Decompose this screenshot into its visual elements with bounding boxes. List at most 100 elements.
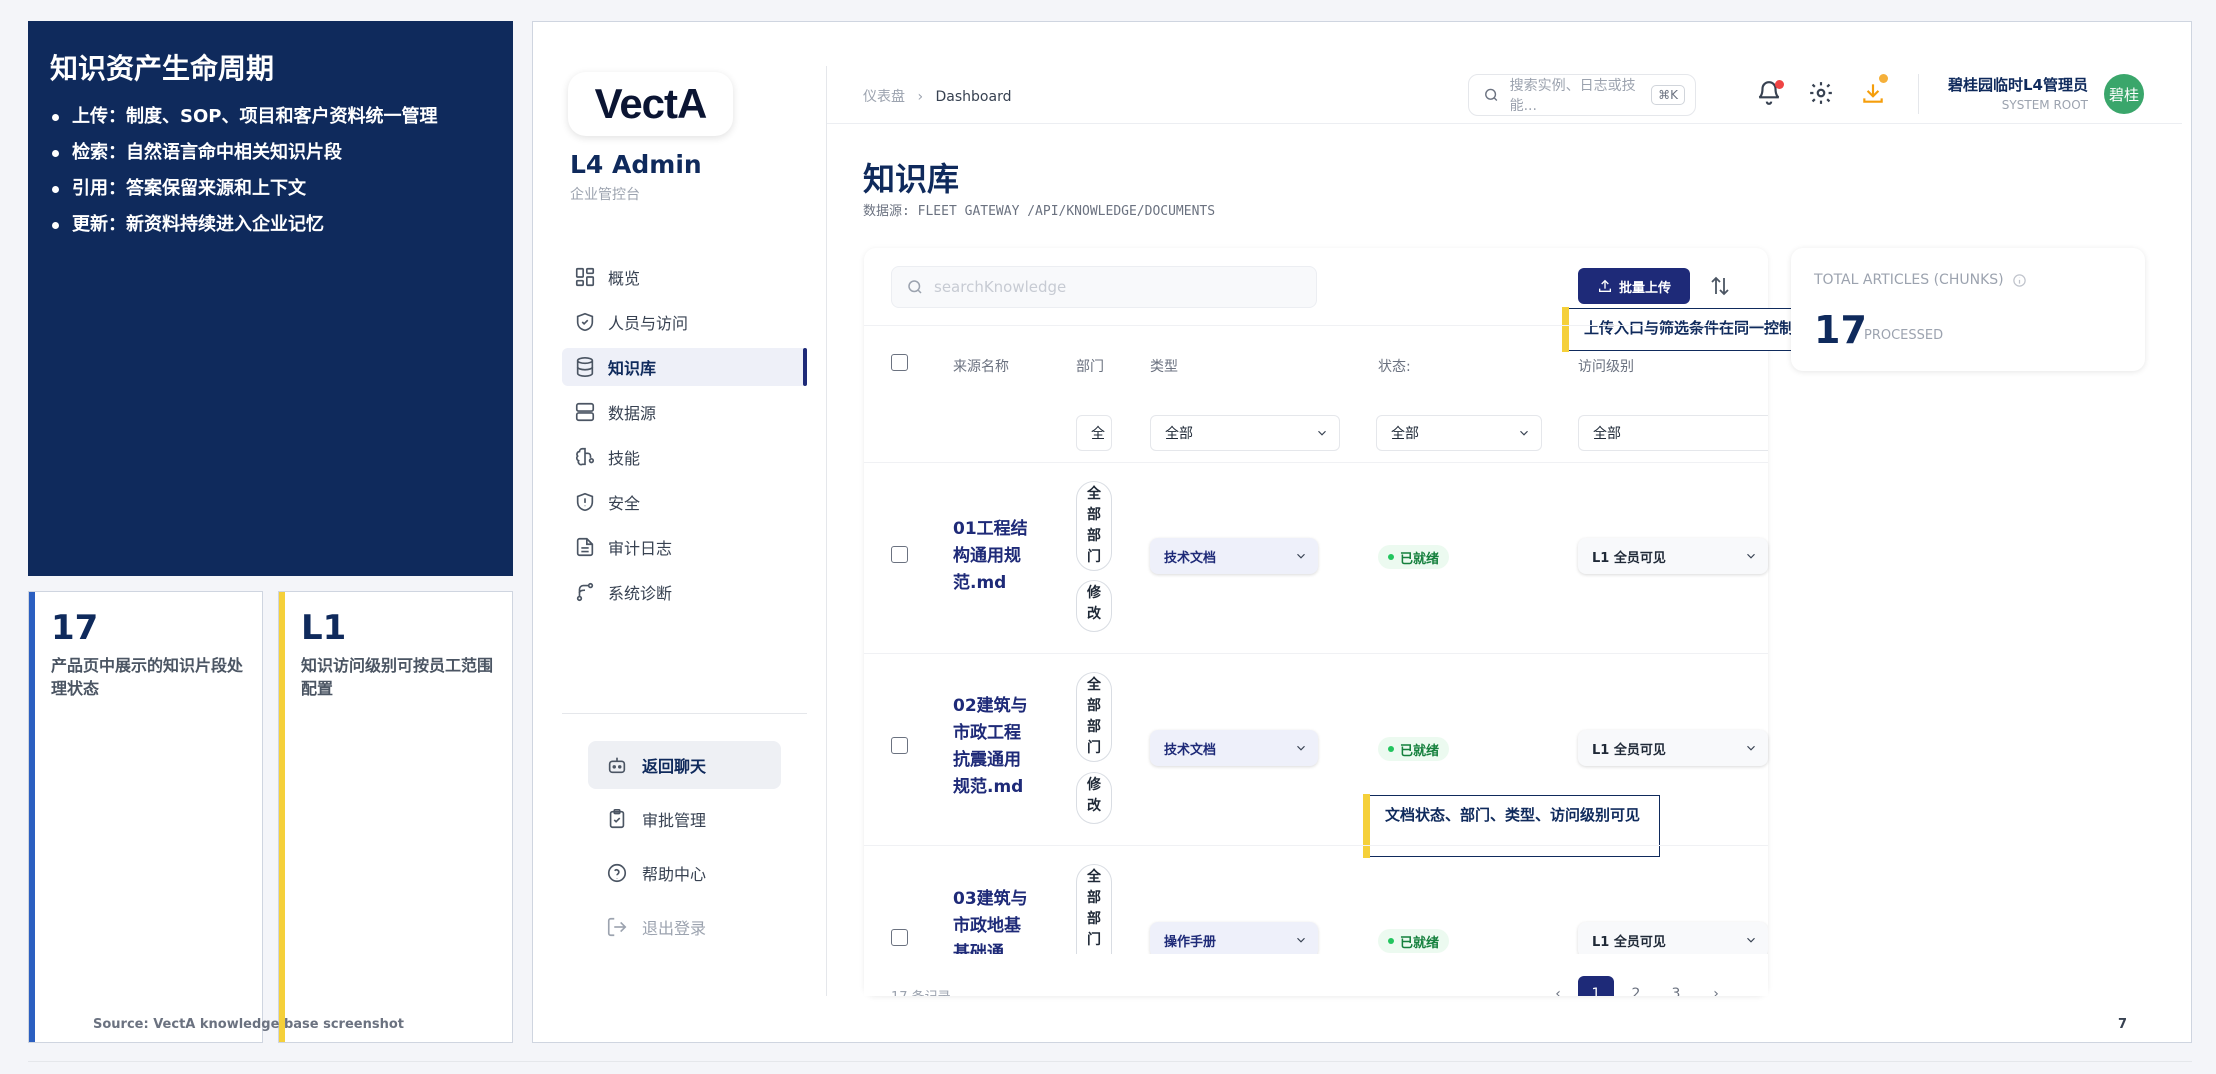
lifecycle-item: 引用：答案保留来源和上下文 xyxy=(50,171,491,207)
sort-arrows-icon xyxy=(1711,276,1729,296)
chevron-right-icon: › xyxy=(917,89,924,105)
row-dept-pill[interactable]: 全部部门 xyxy=(1076,672,1112,762)
row-level-select[interactable]: L1 全员可见 xyxy=(1578,922,1768,954)
sidebar-item-datasource[interactable]: 数据源 xyxy=(562,393,807,431)
level-filter-select[interactable]: 全部 xyxy=(1578,415,1768,451)
download-button[interactable] xyxy=(1860,74,1888,108)
kpi-value: 17 xyxy=(51,608,99,648)
user-role: SYSTEM ROOT xyxy=(2001,98,2088,112)
row-type-select[interactable]: 技术文档 xyxy=(1150,730,1318,766)
user-name: 碧桂园临时L4管理员 xyxy=(1948,76,2088,94)
select-all-checkbox[interactable] xyxy=(891,354,908,371)
vecta-logo[interactable]: VectA xyxy=(568,72,733,136)
row-type-value: 操作手册 xyxy=(1164,934,1217,950)
row-level-value: L1 全员可见 xyxy=(1592,934,1666,950)
stat-sub: PROCESSED xyxy=(1864,328,1944,343)
sidebar-item-knowledge[interactable]: 知识库 xyxy=(562,348,807,386)
upload-icon xyxy=(1598,279,1611,292)
row-checkbox[interactable] xyxy=(891,546,908,563)
bottom-nav-label: 帮助中心 xyxy=(642,865,707,884)
chevron-down-icon xyxy=(1747,745,1755,751)
stat-label-row: TOTAL ARTICLES (CHUNKS) xyxy=(1814,272,2027,288)
column-header-level[interactable]: 访问级别 xyxy=(1578,356,1634,376)
prev-page-button[interactable]: ‹ xyxy=(1540,976,1576,996)
sidebar-item-diagnostics[interactable]: 系统诊断 xyxy=(562,573,807,611)
row-source-name[interactable]: 02建筑与市政工程抗震通用规范.md xyxy=(953,693,1033,801)
breadcrumb-current: Dashboard xyxy=(935,89,1012,105)
help-center-button[interactable]: 帮助中心 xyxy=(588,849,781,897)
gear-icon xyxy=(1810,82,1832,104)
row-type-select[interactable]: 技术文档 xyxy=(1150,538,1318,574)
row-level-select[interactable]: L1 全员可见 xyxy=(1578,730,1768,766)
page-title: 知识库 xyxy=(863,160,960,198)
search-icon xyxy=(908,280,922,294)
row-edit-button[interactable]: 修改 xyxy=(1076,772,1112,824)
row-checkbox[interactable] xyxy=(891,737,908,754)
bottom-nav-label: 退出登录 xyxy=(642,919,707,938)
table-footer: 17 条记录 ‹ 1 2 3 › xyxy=(864,955,1768,996)
row-type-select[interactable]: 操作手册 xyxy=(1150,922,1318,954)
sidebar-item-audit-log[interactable]: 审计日志 xyxy=(562,528,807,566)
search-icon xyxy=(1485,88,1498,102)
notifications-button[interactable] xyxy=(1756,80,1784,108)
row-level-select[interactable]: L1 全员可见 xyxy=(1578,538,1768,574)
row-source-name[interactable]: 01工程结构通用规范.md xyxy=(953,516,1033,597)
sort-button[interactable] xyxy=(1702,268,1738,304)
column-header-source[interactable]: 来源名称 xyxy=(953,356,1009,376)
status-filter-select[interactable]: 全部 xyxy=(1376,415,1542,451)
page-button[interactable]: 1 xyxy=(1578,976,1614,996)
notification-dot xyxy=(1775,80,1784,89)
knowledge-search-placeholder: searchKnowledge xyxy=(934,278,1067,296)
type-filter-select[interactable]: 全部 xyxy=(1150,415,1340,451)
row-source-name[interactable]: 03建筑与市政地基基础通 xyxy=(953,886,1033,954)
page-button[interactable]: 2 xyxy=(1618,976,1654,996)
kpi-accent-bar xyxy=(29,592,35,1042)
sidebar-item-skills[interactable]: 技能 xyxy=(562,438,807,476)
dept-filter-value: 全 xyxy=(1091,426,1105,442)
info-icon[interactable] xyxy=(2012,273,2027,288)
status-badge: 已就绪 xyxy=(1378,929,1450,953)
column-header-status[interactable]: 状态: xyxy=(1378,356,1411,376)
logout-button[interactable]: 退出登录 xyxy=(588,903,781,951)
dept-filter-select[interactable]: 全 xyxy=(1076,415,1112,451)
row-level-value: L1 全员可见 xyxy=(1592,742,1666,758)
breadcrumb-root[interactable]: 仪表盘 xyxy=(863,89,905,105)
column-header-type[interactable]: 类型 xyxy=(1150,356,1178,376)
row-checkbox[interactable] xyxy=(891,929,908,946)
sidebar-item-label: 人员与访问 xyxy=(608,314,689,333)
avatar[interactable]: 碧桂 xyxy=(2104,74,2144,114)
sidebar-item-overview[interactable]: 概览 xyxy=(562,258,807,296)
user-info[interactable]: 碧桂园临时L4管理员 SYSTEM ROOT xyxy=(1930,74,2088,112)
back-to-chat-button[interactable]: 返回聊天 xyxy=(588,741,781,789)
knowledge-search-input[interactable]: searchKnowledge xyxy=(891,266,1317,308)
sidebar-border xyxy=(826,66,827,996)
chevron-down-icon xyxy=(1747,553,1755,559)
lifecycle-item: 上传：制度、SOP、项目和客户资料统一管理 xyxy=(50,99,491,135)
row-dept-pill[interactable]: 全部部门 xyxy=(1076,864,1112,954)
bulk-upload-button[interactable]: 批量上传 xyxy=(1578,268,1690,304)
row-edit-button[interactable]: 修改 xyxy=(1076,580,1112,632)
sidebar-divider xyxy=(562,713,807,714)
row-dept-pill[interactable]: 全部部门 xyxy=(1076,481,1112,571)
approval-button[interactable]: 审批管理 xyxy=(588,795,781,843)
sidebar-item-people-access[interactable]: 人员与访问 xyxy=(562,303,807,341)
lifecycle-item: 更新：新资料持续进入企业记忆 xyxy=(50,207,491,243)
settings-button[interactable] xyxy=(1808,80,1836,108)
source-caption: Source: VectA knowledge base screenshot xyxy=(93,1017,404,1032)
page-button[interactable]: 3 xyxy=(1658,976,1694,996)
record-count: 17 条记录 xyxy=(891,986,951,996)
global-search-input[interactable]: 搜索实例、日志或技能... ⌘K xyxy=(1468,74,1696,116)
lifecycle-item: 检索：自然语言命中相关知识片段 xyxy=(50,135,491,171)
sidebar-item-label: 系统诊断 xyxy=(608,584,673,603)
sidebar-item-label: 数据源 xyxy=(608,404,657,423)
chevron-down-icon xyxy=(1520,430,1528,436)
next-page-button[interactable]: › xyxy=(1698,976,1734,996)
table-header-divider xyxy=(864,325,1768,326)
sidebar-item-security[interactable]: 安全 xyxy=(562,483,807,521)
column-header-dept[interactable]: 部门 xyxy=(1076,356,1104,376)
bottom-nav-label: 审批管理 xyxy=(642,811,707,830)
kpi-card-level: L1 知识访问级别可按员工范围配置 xyxy=(278,591,513,1043)
lifecycle-heading: 知识资产生命周期 xyxy=(50,52,275,85)
sidebar-item-label: 概览 xyxy=(608,269,641,288)
slide-bottom-rule xyxy=(28,1061,2192,1062)
